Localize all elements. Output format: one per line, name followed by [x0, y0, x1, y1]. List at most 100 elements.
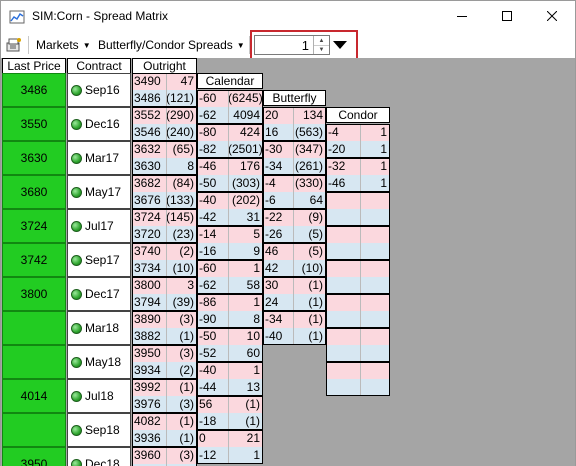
calendar-price-cell[interactable]: -12 — [197, 447, 228, 464]
calendar-qty-cell[interactable]: 4094 — [228, 107, 263, 124]
condor-qty-cell[interactable] — [360, 379, 390, 396]
last-price-cell[interactable]: 3630 — [2, 141, 66, 175]
calendar-qty-cell[interactable]: 176 — [228, 158, 263, 175]
last-price-cell[interactable]: 3950 — [2, 447, 66, 466]
outright-price-cell[interactable]: 3720 — [132, 226, 166, 243]
contract-cell[interactable]: Dec17 — [67, 277, 131, 311]
outright-price-cell[interactable]: 3936 — [132, 430, 166, 447]
condor-price-cell[interactable]: -4 — [326, 124, 360, 141]
outright-price-cell[interactable]: 4082 — [132, 413, 166, 430]
contract-cell[interactable]: Mar17 — [67, 141, 131, 175]
butterfly-qty-cell[interactable]: (261) — [293, 158, 326, 175]
calendar-price-cell[interactable]: -14 — [197, 226, 228, 243]
outright-qty-cell[interactable]: (1) — [166, 379, 197, 396]
calendar-price-cell[interactable]: -62 — [197, 277, 228, 294]
calendar-price-cell[interactable]: -40 — [197, 362, 228, 379]
butterfly-price-cell[interactable]: -40 — [263, 328, 293, 345]
outright-qty-cell[interactable]: (133) — [166, 192, 197, 209]
contract-cell[interactable]: Dec16 — [67, 107, 131, 141]
condor-qty-cell[interactable] — [360, 226, 390, 243]
contract-cell[interactable]: Sep17 — [67, 243, 131, 277]
condor-qty-cell[interactable] — [360, 311, 390, 328]
last-price-cell[interactable] — [2, 345, 66, 379]
calendar-qty-cell[interactable]: 10 — [228, 328, 263, 345]
minimize-button[interactable] — [439, 1, 484, 31]
outright-price-cell[interactable]: 3724 — [132, 209, 166, 226]
calendar-price-cell[interactable]: 56 — [197, 396, 228, 413]
condor-price-cell[interactable]: -20 — [326, 141, 360, 158]
butterfly-qty-cell[interactable]: (5) — [293, 243, 326, 260]
calendar-price-cell[interactable]: -62 — [197, 107, 228, 124]
quantity-dropdown-button[interactable] — [331, 36, 349, 54]
condor-qty-cell[interactable] — [360, 260, 390, 277]
outright-qty-cell[interactable]: 8 — [166, 158, 197, 175]
outright-qty-cell[interactable]: (145) — [166, 209, 197, 226]
butterfly-price-cell[interactable]: 30 — [263, 277, 293, 294]
markets-menu[interactable]: Markets ▼ — [36, 38, 91, 52]
outright-price-cell[interactable]: 3676 — [132, 192, 166, 209]
calendar-qty-cell[interactable]: (6245) — [228, 90, 263, 107]
quantity-value[interactable]: 1 — [302, 38, 309, 53]
outright-qty-cell[interactable]: (121) — [166, 90, 197, 107]
outright-qty-cell[interactable]: (3) — [166, 447, 197, 464]
close-button[interactable] — [529, 1, 574, 31]
condor-qty-cell[interactable] — [360, 192, 390, 209]
butterfly-price-cell[interactable]: -4 — [263, 175, 293, 192]
last-price-cell[interactable]: 3680 — [2, 175, 66, 209]
condor-price-cell[interactable] — [326, 260, 360, 277]
calendar-price-cell[interactable]: -86 — [197, 294, 228, 311]
butterfly-price-cell[interactable]: -30 — [263, 141, 293, 158]
calendar-price-cell[interactable]: -18 — [197, 413, 228, 430]
contract-cell[interactable]: Mar18 — [67, 311, 131, 345]
calendar-qty-cell[interactable]: 1 — [228, 260, 263, 277]
quantity-stepper[interactable]: 1 ▲ ▼ — [254, 35, 330, 55]
condor-price-cell[interactable] — [326, 345, 360, 362]
butterfly-qty-cell[interactable]: (347) — [293, 141, 326, 158]
calendar-price-cell[interactable]: -80 — [197, 124, 228, 141]
calendar-qty-cell[interactable]: 13 — [228, 379, 263, 396]
outright-price-cell[interactable]: 3950 — [132, 345, 166, 362]
last-price-cell[interactable]: 4014 — [2, 379, 66, 413]
outright-price-cell[interactable]: 3486 — [132, 90, 166, 107]
outright-price-cell[interactable]: 3800 — [132, 277, 166, 294]
last-price-cell[interactable]: 3486 — [2, 73, 66, 107]
outright-price-cell[interactable]: 3546 — [132, 124, 166, 141]
condor-qty-cell[interactable] — [360, 362, 390, 379]
calendar-qty-cell[interactable]: 8 — [228, 311, 263, 328]
butterfly-qty-cell[interactable]: (1) — [293, 311, 326, 328]
outright-qty-cell[interactable]: (3) — [166, 311, 197, 328]
outright-price-cell[interactable]: 3882 — [132, 328, 166, 345]
calendar-price-cell[interactable]: -46 — [197, 158, 228, 175]
outright-price-cell[interactable]: 3490 — [132, 73, 166, 90]
calendar-price-cell[interactable]: -42 — [197, 209, 228, 226]
outright-qty-cell[interactable]: (240) — [166, 124, 197, 141]
outright-qty-cell[interactable]: (23) — [166, 226, 197, 243]
contract-cell[interactable]: Dec18 — [67, 447, 131, 466]
butterfly-qty-cell[interactable]: (1) — [293, 294, 326, 311]
outright-qty-cell[interactable]: (2) — [166, 243, 197, 260]
condor-qty-cell[interactable]: 1 — [360, 175, 390, 192]
outright-price-cell[interactable]: 3934 — [132, 362, 166, 379]
calendar-price-cell[interactable]: -44 — [197, 379, 228, 396]
outright-price-cell[interactable]: 3794 — [132, 294, 166, 311]
butterfly-qty-cell[interactable]: 134 — [293, 107, 326, 124]
calendar-qty-cell[interactable]: 31 — [228, 209, 263, 226]
contract-cell[interactable]: May18 — [67, 345, 131, 379]
butterfly-price-cell[interactable]: 42 — [263, 260, 293, 277]
condor-qty-cell[interactable] — [360, 209, 390, 226]
calendar-price-cell[interactable]: -52 — [197, 345, 228, 362]
last-price-cell[interactable] — [2, 311, 66, 345]
calendar-qty-cell[interactable]: 1 — [228, 447, 263, 464]
contract-cell[interactable]: Sep16 — [67, 73, 131, 107]
contract-cell[interactable]: Sep18 — [67, 413, 131, 447]
strategy-menu[interactable]: Butterfly/Condor Spreads ▼ — [98, 38, 245, 52]
calendar-qty-cell[interactable]: 60 — [228, 345, 263, 362]
condor-price-cell[interactable] — [326, 226, 360, 243]
outright-price-cell[interactable]: 3630 — [132, 158, 166, 175]
calendar-qty-cell[interactable]: 424 — [228, 124, 263, 141]
butterfly-qty-cell[interactable]: (10) — [293, 260, 326, 277]
condor-price-cell[interactable] — [326, 209, 360, 226]
condor-price-cell[interactable]: -32 — [326, 158, 360, 175]
last-price-cell[interactable]: 3742 — [2, 243, 66, 277]
outright-qty-cell[interactable]: (1) — [166, 430, 197, 447]
